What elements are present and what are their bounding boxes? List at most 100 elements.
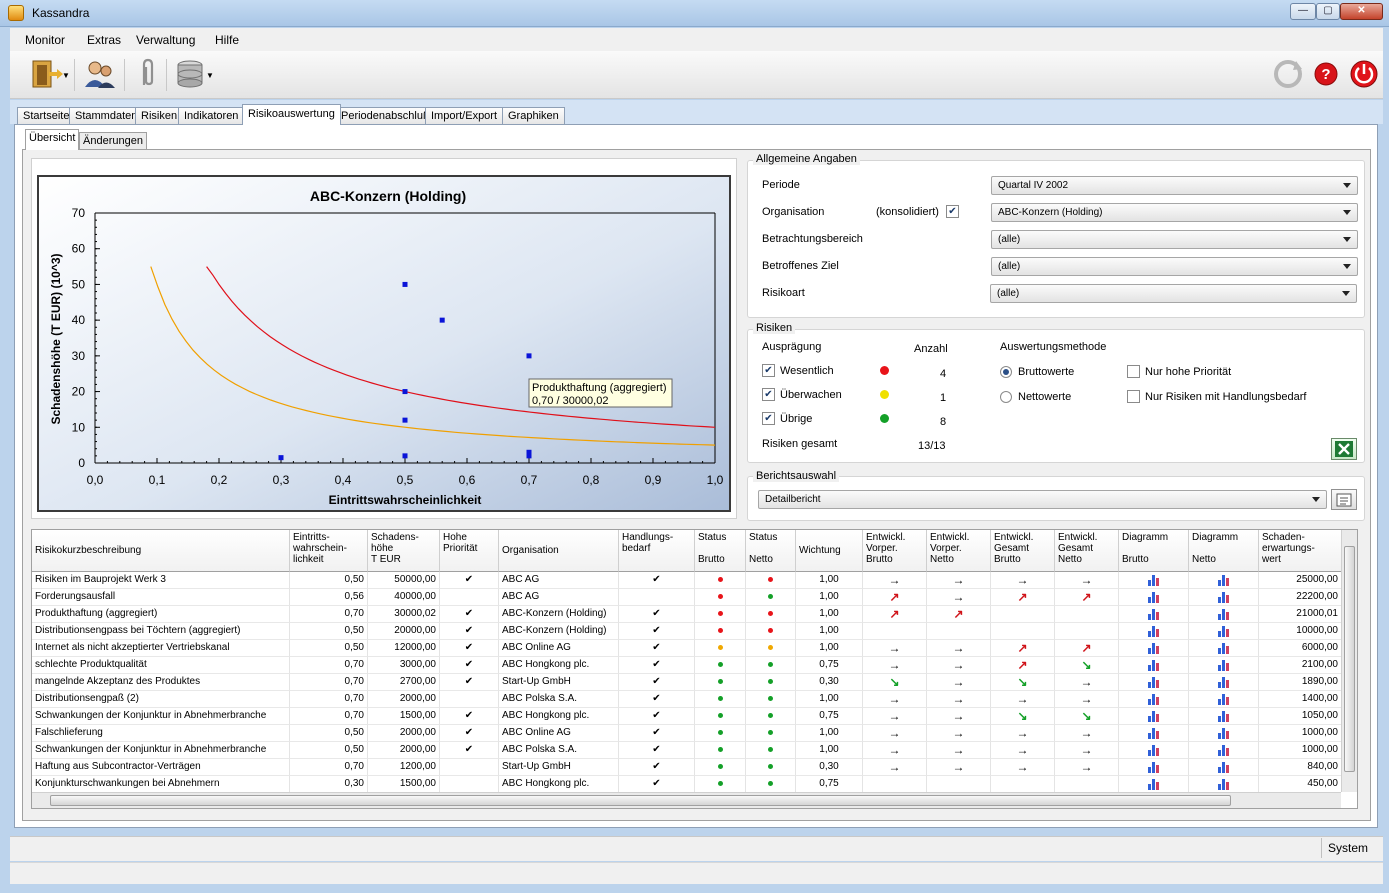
betroffenes-ziel-select[interactable]: (alle) — [991, 257, 1358, 276]
menu-monitor[interactable]: Monitor — [25, 33, 65, 47]
diagram-cell[interactable] — [1119, 776, 1189, 792]
excel-export-button[interactable] — [1331, 438, 1357, 460]
tab-import-export[interactable]: Import/Export — [425, 107, 504, 124]
diagram-cell[interactable] — [1189, 572, 1259, 589]
tab-graphiken[interactable]: Graphiken — [502, 107, 565, 124]
menu-verwaltung[interactable]: Verwaltung — [136, 33, 195, 47]
table-row[interactable]: Haftung aus Subcontractor-Verträgen 0,70 1… — [32, 759, 1342, 776]
table-row[interactable]: Konjunkturschwankungen bei Abnehmern 0,30… — [32, 776, 1342, 792]
diagram-cell[interactable] — [1119, 725, 1189, 742]
column-header[interactable]: Handlungs-bedarf — [619, 530, 695, 572]
diagram-cell[interactable] — [1119, 606, 1189, 623]
users-button[interactable] — [80, 56, 120, 92]
risk-point[interactable] — [278, 455, 284, 461]
diagram-cell[interactable] — [1119, 759, 1189, 776]
tab-stammdaten[interactable]: Stammdaten — [69, 107, 144, 124]
tab-indikatoren[interactable]: Indikatoren — [178, 107, 245, 124]
risk-point[interactable] — [402, 417, 408, 423]
diagram-cell[interactable] — [1189, 759, 1259, 776]
table-row[interactable]: Schwankungen der Konjunktur in Abnehmerb… — [32, 742, 1342, 759]
diagram-cell[interactable] — [1119, 742, 1189, 759]
table-row[interactable]: Distributionsengpaß (2) 0,70 2000,00 ABC Po… — [32, 691, 1342, 708]
table-row[interactable]: Risiken im Bauprojekt Werk 3 0,50 50000,00… — [32, 572, 1342, 589]
column-header[interactable]: Entwickl. Vorper. Brutto — [863, 530, 927, 572]
scrollbar-thumb[interactable] — [1344, 546, 1355, 772]
help-button[interactable]: ? — [1306, 56, 1346, 92]
periode-select[interactable]: Quartal IV 2002 — [991, 176, 1358, 195]
table-horizontal-scrollbar[interactable] — [32, 792, 1341, 808]
wesentlich-checkbox[interactable]: ✔ — [762, 364, 775, 377]
database-dropdown-icon[interactable]: ▼ — [206, 71, 214, 80]
maximize-button[interactable]: ▢ — [1316, 3, 1340, 20]
database-button[interactable] — [170, 56, 210, 92]
subtab-uebersicht[interactable]: Übersicht — [25, 129, 80, 150]
table-row[interactable]: Forderungsausfall 0,56 40000,00 ABC AG 1,00 ↗… — [32, 589, 1342, 606]
column-header[interactable]: Entwickl. Vorper. Netto — [927, 530, 991, 572]
diagram-cell[interactable] — [1119, 640, 1189, 657]
scrollbar-thumb[interactable] — [50, 795, 1231, 806]
table-row[interactable]: schlechte Produktqualität 0,70 3000,00 ✔ ABC… — [32, 657, 1342, 674]
menu-extras[interactable]: Extras — [87, 33, 121, 47]
risikoart-select[interactable]: (alle) — [990, 284, 1357, 303]
hohe-prioritaet-checkbox[interactable] — [1127, 365, 1140, 378]
diagram-cell[interactable] — [1189, 606, 1259, 623]
diagram-cell[interactable] — [1189, 708, 1259, 725]
diagram-cell[interactable] — [1189, 776, 1259, 792]
diagram-cell[interactable] — [1119, 589, 1189, 606]
table-row[interactable]: Schwankungen der Konjunktur in Abnehmerb… — [32, 708, 1342, 725]
column-header[interactable]: Organisation — [499, 530, 619, 572]
diagram-cell[interactable] — [1189, 742, 1259, 759]
risk-point[interactable] — [526, 353, 532, 359]
exit-dropdown-icon[interactable]: ▼ — [62, 71, 70, 80]
close-button[interactable]: ✕ — [1340, 3, 1383, 20]
column-header[interactable]: Hohe Priorität — [440, 530, 499, 572]
column-header[interactable]: Entwickl. Gesamt Brutto — [991, 530, 1055, 572]
organisation-select[interactable]: ABC-Konzern (Holding) — [991, 203, 1358, 222]
bericht-select[interactable]: Detailbericht — [758, 490, 1327, 509]
column-header[interactable]: Schadens-höhe T EUR — [368, 530, 440, 572]
table-row[interactable]: Distributionsengpass bei Töchtern (aggre… — [32, 623, 1342, 640]
risk-point[interactable] — [402, 389, 408, 395]
bruttowerte-radio[interactable] — [1000, 366, 1012, 378]
risk-point[interactable] — [402, 453, 408, 459]
handlungsbedarf-checkbox[interactable] — [1127, 390, 1140, 403]
tab-risikoauswertung[interactable]: Risikoauswertung — [242, 104, 341, 125]
column-header[interactable]: Status Netto — [746, 530, 796, 572]
risk-point[interactable] — [439, 317, 445, 323]
refresh-button[interactable] — [1268, 56, 1308, 92]
diagram-cell[interactable] — [1119, 623, 1189, 640]
table-row[interactable]: mangelnde Akzeptanz des Produktes 0,70 270… — [32, 674, 1342, 691]
column-header[interactable]: Risikokurzbeschreibung — [32, 530, 290, 572]
bericht-open-button[interactable] — [1331, 489, 1357, 510]
tab-periodenabschluss[interactable]: Periodenabschluß — [335, 107, 436, 124]
diagram-cell[interactable] — [1189, 589, 1259, 606]
ueberwachen-checkbox[interactable]: ✔ — [762, 388, 775, 401]
nettowerte-radio[interactable] — [1000, 391, 1012, 403]
diagram-cell[interactable] — [1189, 674, 1259, 691]
exit-door-button[interactable] — [26, 56, 66, 92]
diagram-cell[interactable] — [1119, 572, 1189, 589]
minimize-button[interactable]: — — [1290, 3, 1316, 20]
menu-hilfe[interactable]: Hilfe — [215, 33, 239, 47]
column-header[interactable]: Status Brutto — [695, 530, 746, 572]
table-row[interactable]: Produkthaftung (aggregiert) 0,70 30000,02 ✔… — [32, 606, 1342, 623]
column-header[interactable]: Wichtung — [796, 530, 863, 572]
diagram-cell[interactable] — [1189, 640, 1259, 657]
column-header[interactable]: Diagramm Brutto — [1119, 530, 1189, 572]
risk-point[interactable] — [526, 453, 532, 459]
power-button[interactable] — [1344, 56, 1384, 92]
diagram-cell[interactable] — [1189, 725, 1259, 742]
diagram-cell[interactable] — [1189, 691, 1259, 708]
diagram-cell[interactable] — [1119, 674, 1189, 691]
risk-point[interactable] — [402, 281, 408, 287]
column-header[interactable]: Eintritts-wahrschein-lichkeit — [290, 530, 368, 572]
uebrige-checkbox[interactable]: ✔ — [762, 412, 775, 425]
konsolidiert-checkbox[interactable]: ✔ — [946, 205, 959, 218]
table-row[interactable]: Internet als nicht akzeptierter Vertrieb… — [32, 640, 1342, 657]
table-row[interactable]: Falschlieferung 0,50 2000,00 ✔ ABC Online AG… — [32, 725, 1342, 742]
diagram-cell[interactable] — [1189, 623, 1259, 640]
diagram-cell[interactable] — [1189, 657, 1259, 674]
diagram-cell[interactable] — [1119, 708, 1189, 725]
subtab-aenderungen[interactable]: Änderungen — [79, 132, 147, 149]
column-header[interactable]: Entwickl. Gesamt Netto — [1055, 530, 1119, 572]
